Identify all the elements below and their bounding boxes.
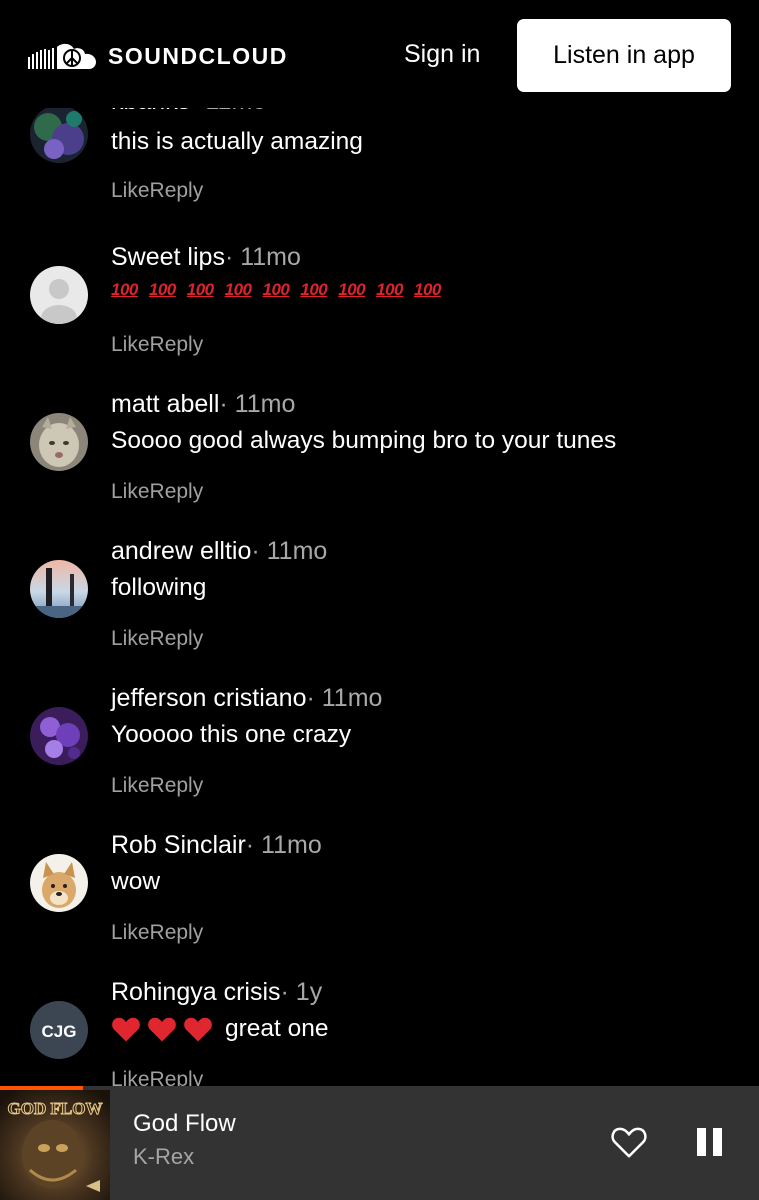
comment-item: CJG Rohingya crisis· 1y great one LikeRe… [0,972,759,1086]
comment-actions: LikeReply [111,921,203,945]
reply-button[interactable]: Reply [150,1068,204,1086]
sign-in-link[interactable]: Sign in [404,40,480,69]
hundred-points-icon: 100 [376,280,403,299]
comment-username[interactable]: andrew elltio [111,537,251,565]
comment-username[interactable]: Sweet lips [111,243,225,271]
red-heart-icon [148,1017,176,1042]
comment-header: andrew elltio· 11mo [111,537,327,566]
brand-name: SOUNDCLOUD [108,42,288,69]
cover-title: GOD FLOW [8,1099,103,1118]
comment-item: kbanks· 11mo this is actually amazing Li… [0,87,759,242]
reply-button[interactable]: Reply [150,333,204,356]
hundred-points-icon: 100 [111,280,138,299]
hundred-points-icon: 100 [262,280,290,299]
top-header: SOUNDCLOUD Sign in Listen in app [0,0,759,108]
comment-time: · 11mo [306,684,383,712]
comment-actions: LikeReply [111,333,203,357]
comment-username[interactable]: Rohingya crisis [111,978,281,1006]
hundred-points-icon: 100 [300,280,328,299]
comment-text: 100 100 100 100 100 100 100 100 100 [111,280,452,300]
avatar[interactable] [30,854,88,912]
avatar-text: CJG [42,1022,77,1041]
hundred-points-icon: 100 [224,280,252,299]
like-button[interactable]: Like [111,179,150,202]
comment-item: andrew elltio· 11mo following LikeReply [0,531,759,678]
like-button[interactable]: Like [111,774,150,797]
pause-icon-bar [713,1128,722,1156]
pause-icon-bar [697,1128,706,1156]
comment-text: this is actually amazing [111,128,363,155]
comment-actions: LikeReply [111,179,203,203]
comments-list: kbanks· 11mo this is actually amazing Li… [0,0,759,1086]
comment-time: · 11mo [224,243,301,271]
like-button[interactable]: Like [111,480,150,503]
comment-header: matt abell· 11mo [111,390,295,419]
track-title[interactable]: God Flow [133,1110,236,1138]
pause-button[interactable] [697,1128,723,1156]
reply-button[interactable]: Reply [150,921,204,944]
hundred-points-icon: 100 [186,280,214,299]
comment-actions: LikeReply [111,480,203,504]
like-button[interactable]: Like [111,627,150,650]
like-track-button[interactable] [610,1124,648,1165]
comment-username[interactable]: Rob Sinclair [111,831,246,859]
hundred-points-icon: 100 [148,280,176,299]
comment-time: · 11mo [245,831,322,859]
track-artist[interactable]: K-Rex [133,1144,194,1170]
comment-time: · 11mo [251,537,328,565]
avatar[interactable] [30,413,88,471]
hundred-points-icon: 100 [338,280,366,299]
listen-in-app-button[interactable]: Listen in app [517,19,731,92]
comment-text: Soooo good always bumping bro to your tu… [111,427,617,454]
comment-username[interactable]: jefferson cristiano [111,684,306,712]
comment-item: Rob Sinclair· 11mo wow LikeReply [0,825,759,972]
soundcloud-cloud-icon [28,43,96,69]
track-cover-art[interactable]: GOD FLOW [0,1090,110,1200]
comment-username[interactable]: matt abell [111,390,219,418]
like-button[interactable]: Like [111,921,150,944]
comment-header: Sweet lips· 11mo [111,243,301,272]
like-button[interactable]: Like [111,333,150,356]
red-heart-icon [112,1017,140,1042]
avatar[interactable]: CJG [30,1001,88,1059]
mini-player[interactable]: GOD FLOW God Flow K-Rex [0,1086,759,1200]
comment-time: · 11mo [219,390,296,418]
heart-outline-icon [611,1127,647,1158]
hundred-points-icon: 100 [414,280,441,299]
reply-button[interactable]: Reply [150,480,204,503]
comment-text: Yooooo this one crazy [111,721,352,748]
comment-actions: LikeReply [111,627,203,651]
comment-item: matt abell· 11mo Soooo good always bumpi… [0,384,759,531]
comment-text-content: great one [225,1015,329,1042]
comment-text: following [111,574,207,601]
comment-actions: LikeReply [111,1068,203,1086]
comment-header: Rohingya crisis· 1y [111,978,322,1007]
reply-button[interactable]: Reply [150,179,204,202]
soundcloud-logo[interactable]: SOUNDCLOUD [28,41,288,71]
comment-text: great one [111,1015,329,1043]
comment-text: wow [111,868,161,895]
comment-header: Rob Sinclair· 11mo [111,831,322,860]
like-button[interactable]: Like [111,1068,150,1086]
comment-header: jefferson cristiano· 11mo [111,684,382,713]
avatar[interactable] [30,707,88,765]
comment-item: jefferson cristiano· 11mo Yooooo this on… [0,678,759,825]
comment-actions: LikeReply [111,774,203,798]
reply-button[interactable]: Reply [150,774,204,797]
avatar[interactable] [30,266,88,324]
comment-time: · 1y [280,978,323,1006]
comment-item: Sweet lips· 11mo 100 100 100 100 100 100 100 10… [0,237,759,384]
avatar[interactable] [30,105,88,163]
red-heart-icon [184,1017,212,1042]
avatar[interactable] [30,560,88,618]
reply-button[interactable]: Reply [150,627,204,650]
